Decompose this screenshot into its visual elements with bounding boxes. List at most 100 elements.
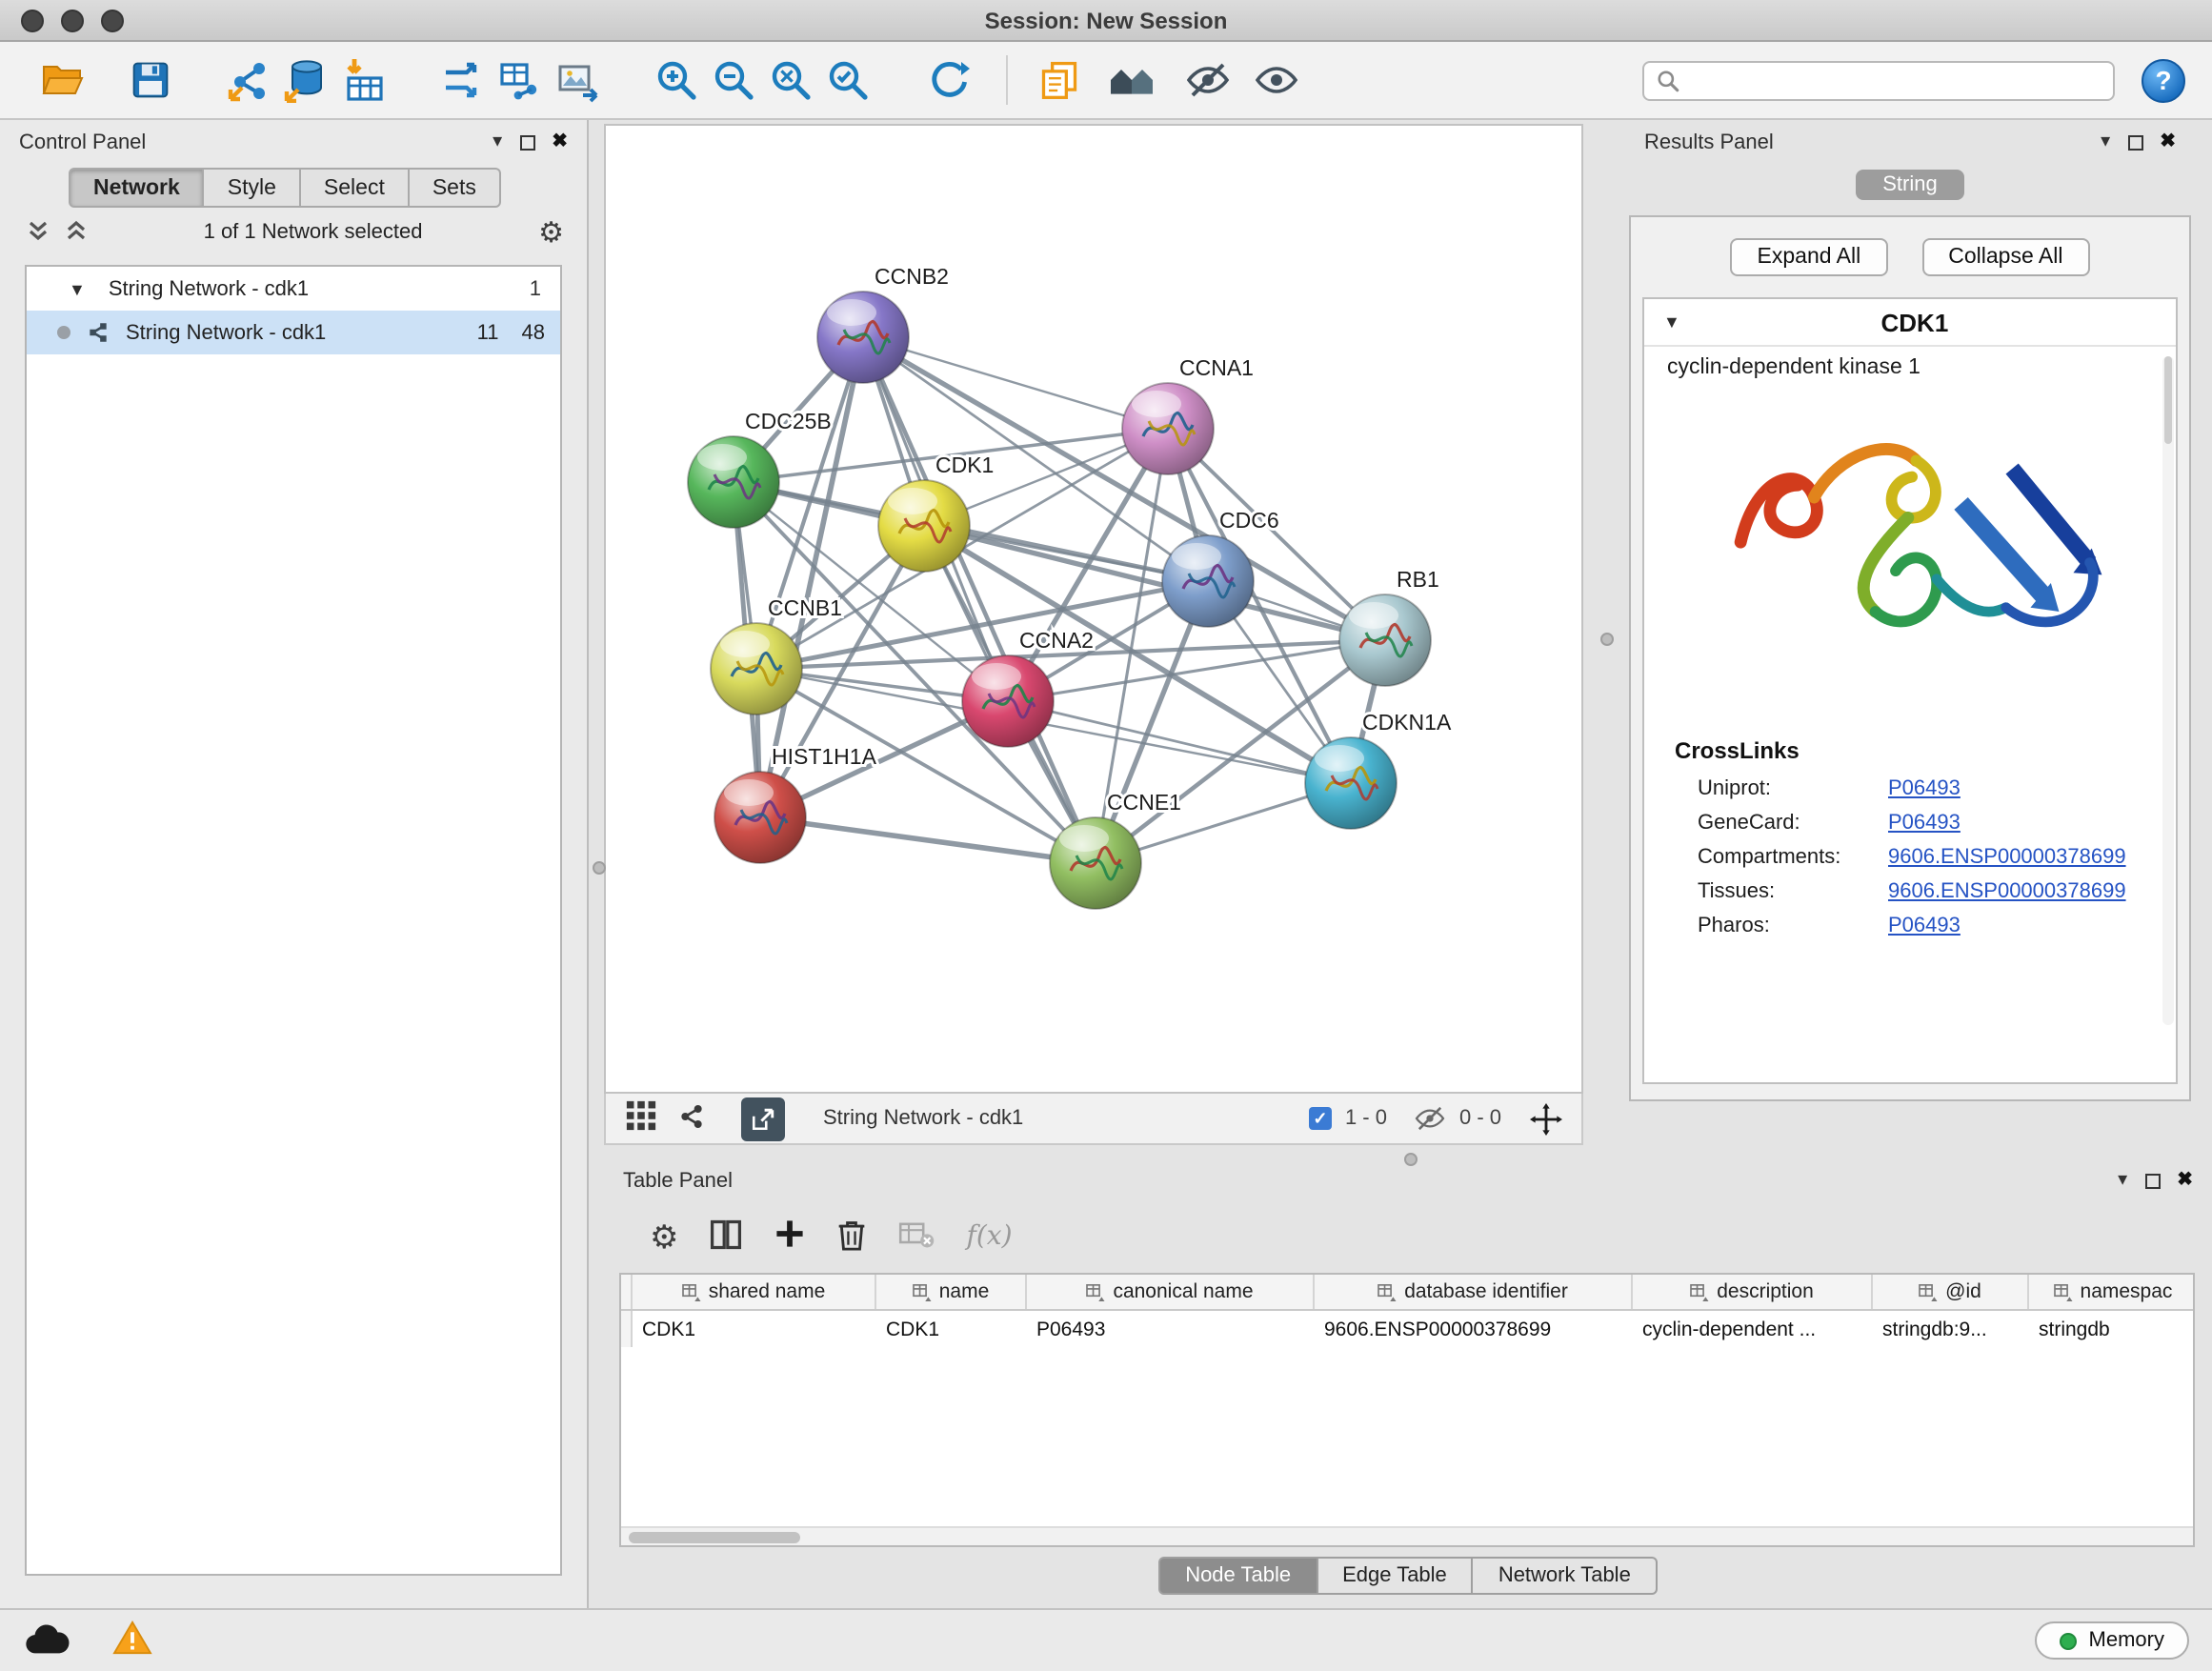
- search-box[interactable]: [1642, 60, 2115, 100]
- network-node-CCNB1[interactable]: [711, 623, 802, 715]
- tab-sets[interactable]: Sets: [410, 168, 501, 208]
- crosslink-link[interactable]: P06493: [1888, 915, 1961, 937]
- column-header-database-identifier[interactable]: database identifier: [1315, 1275, 1633, 1309]
- table-horizontal-scrollbar[interactable]: [621, 1526, 2193, 1545]
- network-share-icon[interactable]: [676, 1100, 707, 1137]
- column-header-canonical-name[interactable]: canonical name: [1027, 1275, 1315, 1309]
- import-network-file-button[interactable]: [221, 51, 278, 109]
- table-panel-menu-icon[interactable]: ▾: [2118, 1172, 2127, 1191]
- table-panel-float-icon[interactable]: [2144, 1174, 2160, 1189]
- export-image-button[interactable]: [549, 51, 606, 109]
- network-collection-row[interactable]: ▼ String Network - cdk1 1: [27, 267, 560, 311]
- results-panel-splitter[interactable]: [1583, 120, 1625, 1151]
- results-tab-string[interactable]: String: [1856, 170, 1964, 200]
- column-header-id[interactable]: @id: [1873, 1275, 2029, 1309]
- collapse-all-button[interactable]: Collapse All: [1921, 238, 2089, 276]
- export-network-button[interactable]: [741, 1097, 785, 1140]
- network-node-CCNE1[interactable]: [1050, 817, 1141, 909]
- delete-column-icon[interactable]: [837, 1217, 868, 1257]
- warning-status-icon[interactable]: [112, 1620, 152, 1661]
- left-panel-splitter[interactable]: [589, 120, 604, 1608]
- crosslink-link[interactable]: P06493: [1888, 812, 1961, 835]
- entry-collapse-icon[interactable]: ▼: [1663, 312, 1680, 332]
- network-node-CCNA2[interactable]: [962, 655, 1054, 747]
- control-panel-menu-icon[interactable]: ▾: [493, 133, 502, 152]
- network-from-selection-button[interactable]: [434, 51, 492, 109]
- tab-style[interactable]: Style: [205, 168, 301, 208]
- memory-button[interactable]: Memory: [2036, 1621, 2189, 1660]
- home-button[interactable]: [1103, 51, 1160, 109]
- search-input[interactable]: [1690, 67, 2101, 93]
- hide-selection-button[interactable]: [1179, 51, 1237, 109]
- apply-layout-button[interactable]: [918, 51, 975, 109]
- control-panel-close-icon[interactable]: ✖: [552, 133, 568, 152]
- zoom-in-button[interactable]: [648, 51, 705, 109]
- help-button[interactable]: ?: [2142, 58, 2185, 102]
- network-node-CDC6[interactable]: [1162, 535, 1254, 627]
- table-panel-close-icon[interactable]: ✖: [2177, 1172, 2193, 1191]
- network-canvas[interactable]: CCNB2CCNA1CDC25BCDK1CDC6RB1CCNB1CCNA2CDK…: [604, 124, 1583, 1094]
- tab-select[interactable]: Select: [301, 168, 410, 208]
- birds-eye-view-icon[interactable]: [625, 1099, 657, 1137]
- network-node-CDC25B[interactable]: [688, 436, 779, 528]
- crosslink-link[interactable]: 9606.ENSP00000378699: [1888, 880, 2126, 903]
- network-from-table-button[interactable]: [492, 51, 549, 109]
- tab-network-table[interactable]: Network Table: [1474, 1557, 1658, 1595]
- expand-all-networks-icon[interactable]: [65, 218, 88, 247]
- table-cell[interactable]: P06493: [1027, 1318, 1315, 1340]
- table-options-gear-icon[interactable]: ⚙: [650, 1220, 679, 1253]
- column-header-name[interactable]: name: [876, 1275, 1027, 1309]
- results-panel-menu-icon[interactable]: ▾: [2101, 133, 2110, 152]
- zoom-fit-button[interactable]: [762, 51, 819, 109]
- network-node-CDK1[interactable]: [878, 480, 970, 572]
- control-panel-float-icon[interactable]: [519, 135, 534, 151]
- table-panel-splitter[interactable]: [604, 1151, 2212, 1162]
- table-cell[interactable]: stringdb:9...: [1873, 1318, 2029, 1340]
- results-panel-float-icon[interactable]: [2127, 135, 2142, 151]
- crosslink-link[interactable]: 9606.ENSP00000378699: [1888, 846, 2126, 869]
- scrollbar-thumb[interactable]: [629, 1532, 800, 1543]
- crosslink-link[interactable]: P06493: [1888, 777, 1961, 800]
- table-cell[interactable]: 9606.ENSP00000378699: [1315, 1318, 1633, 1340]
- import-network-database-button[interactable]: [278, 51, 335, 109]
- network-edge-CCNB2-CCNE1[interactable]: [863, 337, 1096, 863]
- column-header-namespace[interactable]: namespac: [2029, 1275, 2195, 1309]
- import-table-file-button[interactable]: [335, 51, 392, 109]
- collection-expand-icon[interactable]: ▼: [69, 279, 86, 298]
- network-edge-HIST1H1A-CCNE1[interactable]: [760, 817, 1096, 863]
- table-cell[interactable]: stringdb: [2029, 1318, 2193, 1340]
- table-cell[interactable]: CDK1: [633, 1318, 876, 1340]
- network-options-gear-icon[interactable]: ⚙: [538, 218, 564, 247]
- network-node-RB1[interactable]: [1339, 594, 1431, 686]
- column-header-description[interactable]: description: [1633, 1275, 1873, 1309]
- network-node-HIST1H1A[interactable]: [714, 772, 806, 863]
- zoom-selected-button[interactable]: [819, 51, 876, 109]
- tab-edge-table[interactable]: Edge Table: [1317, 1557, 1474, 1595]
- pan-move-icon[interactable]: [1530, 1102, 1562, 1135]
- network-node-CCNA1[interactable]: [1122, 383, 1214, 474]
- cloud-status-icon[interactable]: [23, 1621, 70, 1661]
- show-columns-icon[interactable]: [710, 1217, 744, 1257]
- expand-all-button[interactable]: Expand All: [1731, 238, 1888, 276]
- column-header-shared-name[interactable]: shared name: [633, 1275, 876, 1309]
- add-column-icon[interactable]: [774, 1218, 807, 1256]
- results-panel-close-icon[interactable]: ✖: [2160, 133, 2176, 152]
- collapse-all-networks-icon[interactable]: [27, 218, 50, 247]
- documentation-button[interactable]: [1031, 51, 1088, 109]
- nodes-selected-checkbox[interactable]: ✓: [1309, 1107, 1332, 1130]
- open-session-button[interactable]: [34, 51, 91, 109]
- network-edge-CCNA2-CDKN1A[interactable]: [1008, 701, 1351, 783]
- tab-network[interactable]: Network: [69, 168, 205, 208]
- table-cell[interactable]: cyclin-dependent ...: [1633, 1318, 1873, 1340]
- show-all-button[interactable]: [1248, 51, 1305, 109]
- network-row-selected[interactable]: String Network - cdk1 11 48: [27, 311, 560, 354]
- tab-node-table[interactable]: Node Table: [1158, 1557, 1317, 1595]
- zoom-out-button[interactable]: [705, 51, 762, 109]
- save-session-button[interactable]: [122, 51, 179, 109]
- network-edge-CCNB2-CCNA1[interactable]: [863, 337, 1168, 429]
- entry-scrollbar[interactable]: [2162, 356, 2174, 1025]
- table-row[interactable]: CDK1CDK1P064939606.ENSP00000378699cyclin…: [621, 1311, 2193, 1347]
- network-node-CDKN1A[interactable]: [1305, 737, 1397, 829]
- network-node-CCNB2[interactable]: [817, 292, 909, 383]
- table-cell[interactable]: CDK1: [876, 1318, 1027, 1340]
